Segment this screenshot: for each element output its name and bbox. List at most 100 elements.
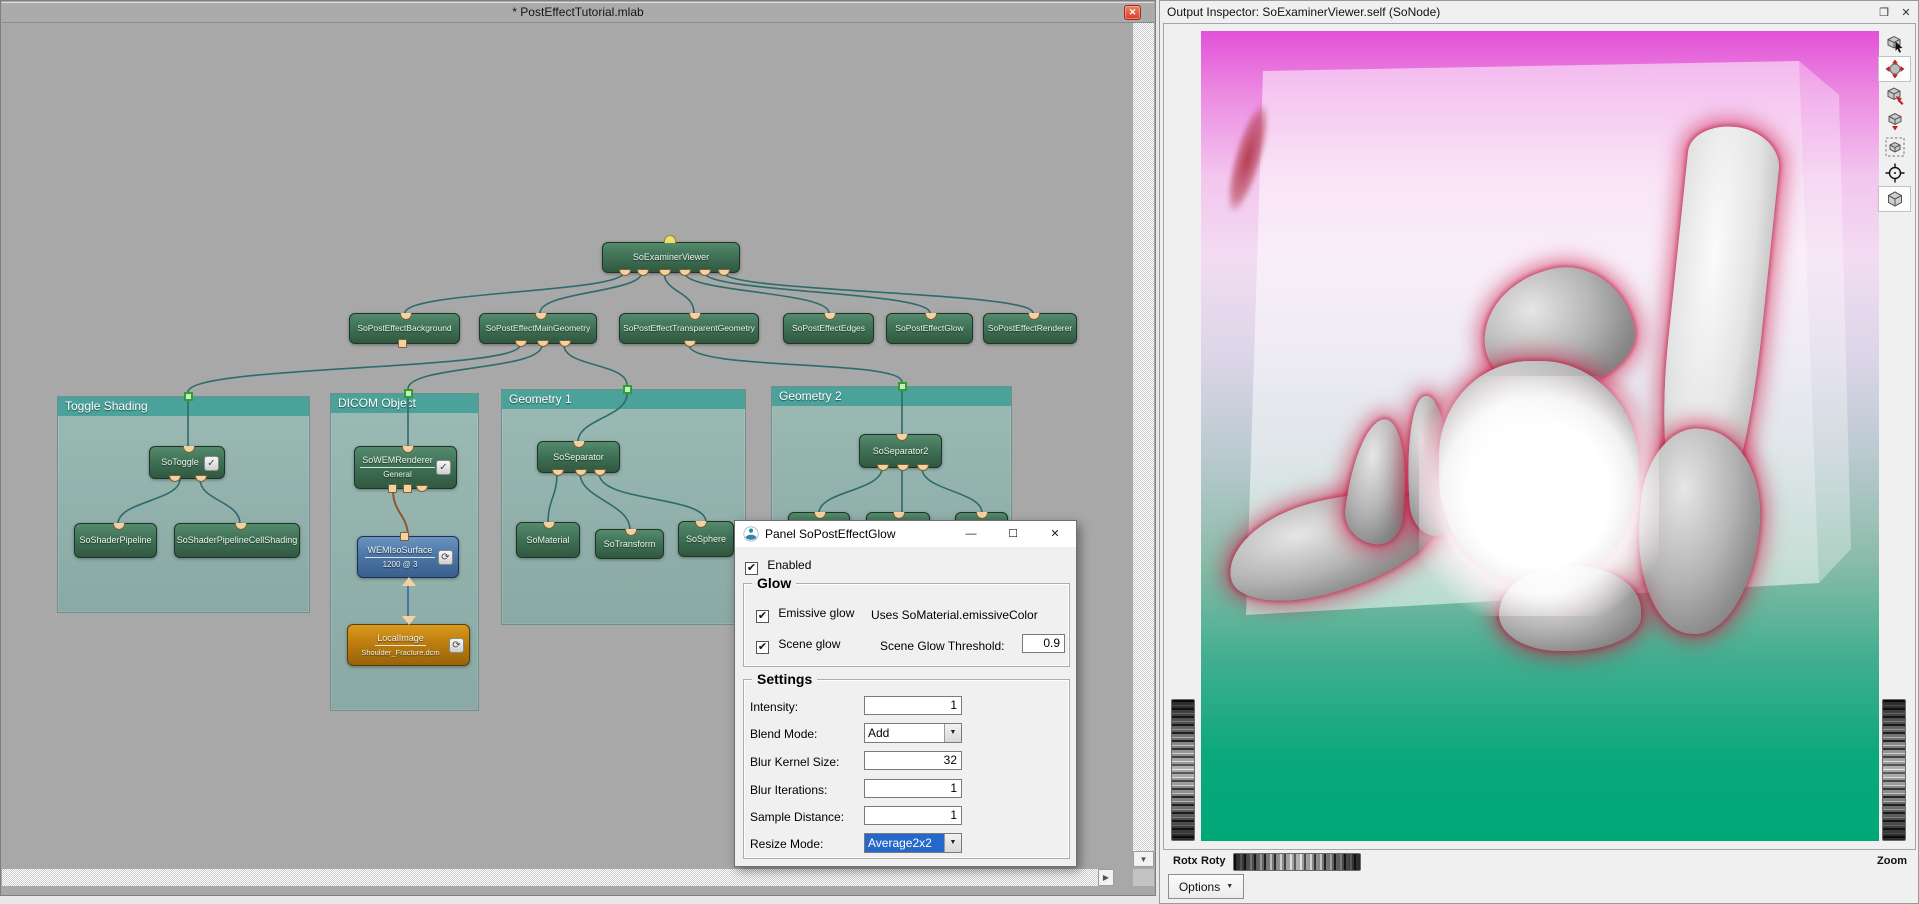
- node-wemisosurface[interactable]: WEMIsoSurface 1200 @ 3 ⟳: [357, 536, 459, 578]
- maximize-button[interactable]: ☐: [992, 521, 1034, 547]
- input-connector[interactable]: [625, 529, 637, 536]
- input-connector[interactable]: [637, 269, 649, 276]
- toggle-check-widget[interactable]: ✓: [204, 456, 219, 471]
- node-soposteffectmaingeometry[interactable]: SoPostEffectMainGeometry: [479, 313, 597, 344]
- input-connector[interactable]: [976, 512, 988, 519]
- input-connector[interactable]: [659, 269, 671, 276]
- inspector-titlebar[interactable]: Output Inspector: SoExaminerViewer.self …: [1161, 2, 1917, 22]
- input-connector[interactable]: [619, 269, 631, 276]
- group-input-connector[interactable]: [184, 392, 193, 401]
- restore-button[interactable]: ❐: [1873, 6, 1895, 19]
- group-geometry-2-header[interactable]: Geometry 2: [772, 387, 1011, 406]
- view-down-button[interactable]: [1878, 108, 1911, 134]
- sample-distance-field[interactable]: 1: [864, 806, 962, 825]
- output-connector[interactable]: [537, 340, 549, 347]
- input-connector[interactable]: [893, 512, 905, 519]
- vertical-scrollbar[interactable]: ▼: [1133, 23, 1154, 867]
- node-sotoggle[interactable]: SoToggle ✓: [149, 446, 225, 479]
- examine-mode-button[interactable]: [1878, 56, 1911, 82]
- group-input-connector[interactable]: [623, 385, 632, 394]
- group-geometry-1[interactable]: Geometry 1: [501, 389, 746, 625]
- blur-iterations-field[interactable]: 1: [864, 779, 962, 798]
- input-connector[interactable]: [402, 616, 416, 625]
- input-connector[interactable]: [1028, 313, 1040, 320]
- group-toggle-shading[interactable]: Toggle Shading: [57, 396, 310, 613]
- input-connector[interactable]: [695, 521, 707, 528]
- blend-mode-combo[interactable]: Add ▼: [864, 723, 962, 743]
- group-input-connector[interactable]: [898, 382, 907, 391]
- render-check-widget[interactable]: ✓: [436, 460, 451, 475]
- scroll-down-button[interactable]: ▼: [1133, 851, 1154, 867]
- zoom-thumbwheel[interactable]: [1882, 699, 1906, 841]
- update-widget[interactable]: ⟳: [438, 550, 453, 565]
- node-sosphere[interactable]: SoSphere: [678, 521, 734, 557]
- input-connector[interactable]: [535, 313, 547, 320]
- node-soposteffecttransparentgeometry[interactable]: SoPostEffectTransparentGeometry: [619, 313, 759, 344]
- 3d-viewport[interactable]: [1201, 31, 1879, 841]
- output-connector[interactable]: [515, 340, 527, 347]
- resize-mode-combo[interactable]: Average2x2 ▼: [864, 833, 962, 853]
- emissive-glow-checkbox[interactable]: ✔: [756, 610, 769, 623]
- node-sotransform[interactable]: SoTransform: [595, 529, 664, 559]
- input-connector[interactable]: [814, 512, 826, 519]
- graph-window-titlebar[interactable]: * PostEffectTutorial.mlab: [2, 2, 1154, 23]
- focus-point-button[interactable]: [1878, 160, 1911, 186]
- input-connector[interactable]: [183, 446, 195, 453]
- input-connector[interactable]: [679, 269, 691, 276]
- input-connector[interactable]: [113, 523, 125, 530]
- options-button[interactable]: Options ▼: [1168, 874, 1244, 899]
- fit-scene-button[interactable]: [1878, 134, 1911, 160]
- node-soposteffectbackground[interactable]: SoPostEffectBackground: [349, 313, 460, 344]
- node-soshaderpipeline[interactable]: SoShaderPipeline: [74, 523, 157, 558]
- output-connector[interactable]: [664, 235, 676, 243]
- node-soseparator2[interactable]: SoSeparator2: [859, 434, 942, 468]
- input-connector[interactable]: [824, 313, 836, 320]
- seek-mode-button[interactable]: [1878, 82, 1911, 108]
- input-connector[interactable]: [402, 446, 414, 453]
- node-soposteffectedges[interactable]: SoPostEffectEdges: [783, 313, 874, 344]
- enabled-checkbox[interactable]: ✔: [745, 562, 758, 575]
- input-connector[interactable]: [400, 313, 412, 320]
- output-connector[interactable]: [403, 484, 412, 493]
- blur-kernel-size-field[interactable]: 32: [864, 751, 962, 770]
- node-soshaderpipelinecellshading[interactable]: SoShaderPipelineCellShading: [174, 523, 300, 558]
- input-connector[interactable]: [235, 523, 247, 530]
- chevron-down-icon[interactable]: ▼: [944, 724, 961, 742]
- chevron-down-icon[interactable]: ▼: [944, 834, 961, 852]
- node-sowemrenderer[interactable]: SoWEMRenderer General ✓: [354, 446, 457, 489]
- pick-mode-button[interactable]: [1878, 30, 1911, 56]
- output-connector[interactable]: [684, 340, 696, 347]
- input-connector[interactable]: [925, 313, 937, 320]
- node-soposteffectglow[interactable]: SoPostEffectGlow: [886, 313, 973, 344]
- output-connector[interactable]: [388, 484, 397, 493]
- roty-thumbwheel[interactable]: [1233, 853, 1361, 871]
- node-localimage[interactable]: LocalImage Shoulder_Fracture.dcm ⟳: [347, 624, 470, 666]
- rotx-thumbwheel[interactable]: [1171, 699, 1195, 841]
- scroll-right-button[interactable]: ▶: [1098, 869, 1114, 886]
- reload-widget[interactable]: ⟳: [449, 638, 464, 653]
- node-soseparator[interactable]: SoSeparator: [537, 441, 620, 473]
- node-soposteffectrenderer[interactable]: SoPostEffectRenderer: [983, 313, 1077, 344]
- inspector-close-button[interactable]: ✕: [1895, 6, 1917, 19]
- group-input-connector[interactable]: [404, 389, 413, 398]
- input-connector[interactable]: [896, 434, 908, 441]
- input-connector[interactable]: [573, 441, 585, 448]
- close-window-button[interactable]: ✕: [1124, 5, 1141, 20]
- node-somaterial[interactable]: SoMaterial: [516, 522, 580, 558]
- scene-glow-checkbox[interactable]: ✔: [756, 641, 769, 654]
- input-connector[interactable]: [699, 269, 711, 276]
- dialog-close-button[interactable]: ✕: [1034, 521, 1076, 547]
- output-connector[interactable]: [398, 339, 407, 348]
- input-connector[interactable]: [543, 522, 555, 529]
- perspective-cube-button[interactable]: [1878, 186, 1911, 212]
- intensity-field[interactable]: 1: [864, 696, 962, 715]
- scene-glow-threshold-field[interactable]: 0.9: [1022, 634, 1065, 653]
- horizontal-scrollbar[interactable]: ▶: [2, 869, 1114, 886]
- node-soexaminerviewer[interactable]: SoExaminerViewer: [602, 242, 740, 273]
- input-connector[interactable]: [718, 269, 730, 276]
- input-connector[interactable]: [400, 532, 409, 541]
- input-connector[interactable]: [689, 313, 701, 320]
- output-connector[interactable]: [559, 340, 571, 347]
- minimize-button[interactable]: —: [950, 521, 992, 547]
- output-connector[interactable]: [402, 577, 416, 586]
